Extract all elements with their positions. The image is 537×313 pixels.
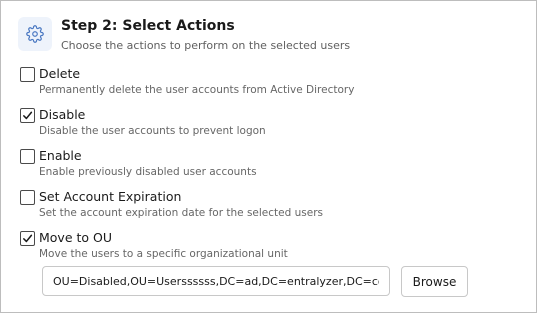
step-subtitle: Choose the actions to perform on the sel… — [61, 39, 351, 52]
option-move-to-ou[interactable]: Move to OU Move the users to a specific … — [20, 230, 500, 267]
option-description: Enable previously disabled user accounts — [39, 166, 257, 178]
option-delete[interactable]: Delete Permanently delete the user accou… — [20, 66, 500, 103]
option-label: Set Account Expiration — [39, 189, 182, 204]
checkmark-icon — [23, 234, 33, 243]
option-label: Move to OU — [39, 230, 113, 245]
option-disable[interactable]: Disable Disable the user accounts to pre… — [20, 107, 500, 144]
option-label: Delete — [39, 66, 81, 81]
option-description: Disable the user accounts to prevent log… — [39, 125, 266, 137]
option-description: Move the users to a specific organizatio… — [39, 248, 288, 260]
option-label: Enable — [39, 148, 82, 163]
set-account-expiration-checkbox[interactable] — [20, 190, 35, 205]
disable-checkbox[interactable] — [20, 108, 35, 123]
ou-path-input[interactable] — [42, 266, 390, 296]
checkmark-icon — [23, 111, 33, 120]
option-label: Disable — [39, 107, 86, 122]
move-to-ou-checkbox[interactable] — [20, 231, 35, 246]
enable-checkbox[interactable] — [20, 149, 35, 164]
option-description: Set the account expiration date for the … — [39, 207, 323, 219]
delete-checkbox[interactable] — [20, 67, 35, 82]
option-description: Permanently delete the user accounts fro… — [39, 84, 355, 96]
step-title: Step 2: Select Actions — [61, 18, 235, 34]
option-set-account-expiration[interactable]: Set Account Expiration Set the account e… — [20, 189, 500, 226]
select-actions-panel: Step 2: Select Actions Choose the action… — [0, 0, 537, 313]
option-enable[interactable]: Enable Enable previously disabled user a… — [20, 148, 500, 185]
step-icon-badge — [18, 17, 52, 51]
gear-icon — [26, 25, 44, 43]
browse-button[interactable]: Browse — [401, 266, 468, 297]
